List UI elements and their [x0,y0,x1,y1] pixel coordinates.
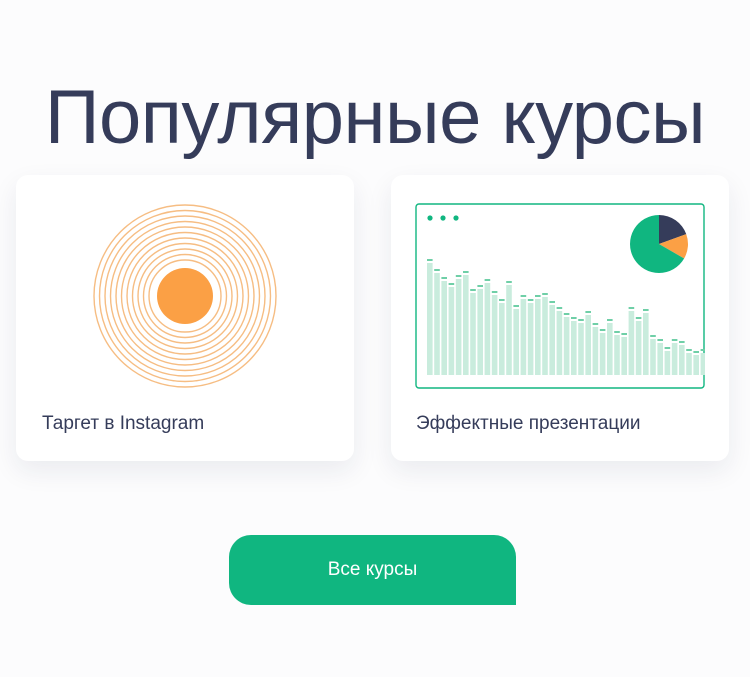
course-title: Эффектные презентации [416,413,641,434]
page-title: Популярные курсы [44,74,706,160]
all-courses-button[interactable]: Все курсы [229,535,516,605]
concentric-circles-icon [93,204,277,388]
course-title: Таргет в Instagram [42,413,205,434]
dashboard-chart-icon [415,203,705,389]
course-card-instagram[interactable]: Таргет в Instagram [16,175,354,461]
course-card-presentations[interactable]: Эффектные презентации [391,175,729,461]
